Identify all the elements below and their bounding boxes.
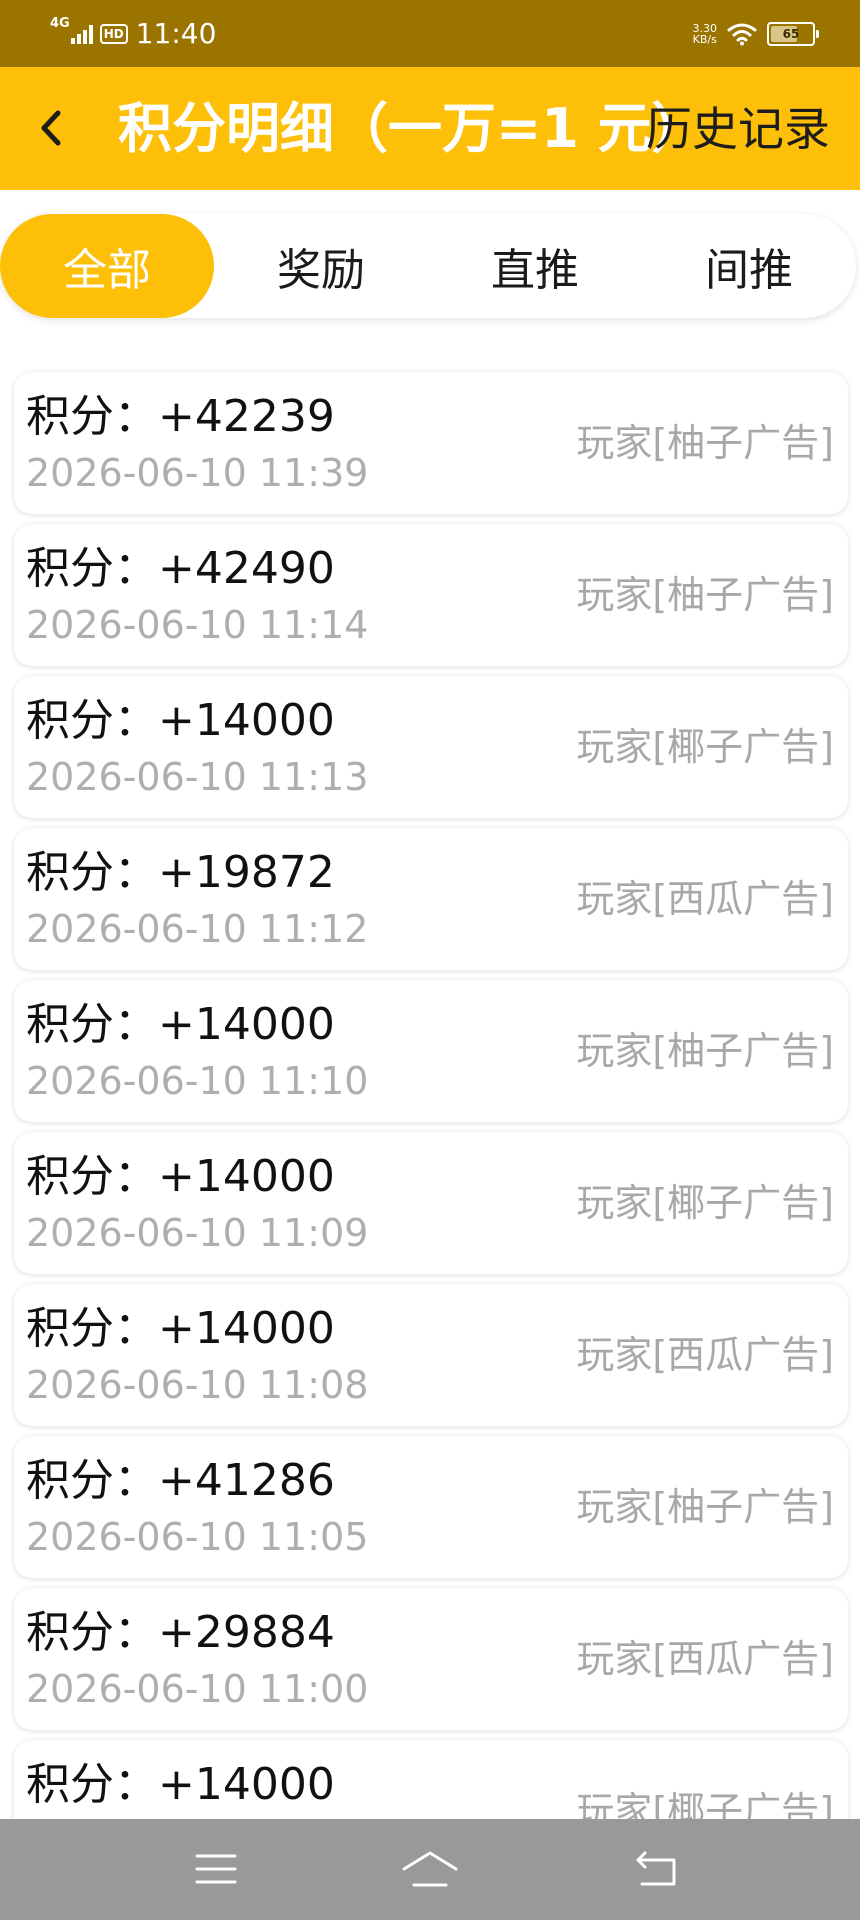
tab-direct[interactable]: 直推 [428,214,642,318]
record-time: 2026-06-10 11:13 [26,755,369,799]
hd-badge: HD [99,24,128,44]
return-icon [636,1851,676,1886]
record-source: 玩家[柚子广告] [576,1485,834,1529]
return-button[interactable] [622,1839,692,1899]
list-item[interactable]: 积分：+29884 2026-06-10 11:00 玩家[西瓜广告] [14,1588,848,1730]
record-time: 2026-06-10 11:05 [26,1515,369,1559]
status-bar: 4G HD 11:40 3.30 KB/s 65 [0,0,860,67]
battery-icon: 65 [767,22,819,46]
system-nav-bar [0,1819,860,1920]
record-time: 2026-06-10 11:09 [26,1211,369,1255]
record-source: 玩家[柚子广告] [576,1029,834,1073]
network-type: 4G [50,16,70,31]
list-item[interactable]: 积分：+14000 2026-06-10 11:13 玩家[椰子广告] [14,676,848,818]
record-source: 玩家[柚子广告] [576,421,834,465]
page-title: 积分明细（一万=1 元） [118,97,706,160]
header: 积分明细（一万=1 元） 历史记录 [0,67,860,190]
network-speed: 3.30 KB/s [693,23,718,45]
list-item[interactable]: 积分：+42239 2026-06-10 11:39 玩家[柚子广告] [14,372,848,514]
speed-unit: KB/s [692,33,717,46]
record-points: 积分：+19872 [26,847,335,898]
record-points: 积分：+14000 [26,1151,335,1202]
record-source: 玩家[西瓜广告] [576,1637,834,1681]
record-points: 积分：+42239 [26,391,335,442]
signal-icon [70,24,95,44]
list-item[interactable]: 积分：+41286 2026-06-10 11:05 玩家[柚子广告] [14,1436,848,1578]
record-points: 积分：+42490 [26,543,335,594]
record-time: 2026-06-10 11:12 [26,907,369,951]
list-item[interactable]: 积分：+14000 2026-06-10 11:10 玩家[柚子广告] [14,980,848,1122]
history-button[interactable]: 历史记录 [646,97,830,161]
record-points: 积分：+14000 [26,999,335,1050]
list-item[interactable]: 积分：+14000 2026-06-10 11:08 玩家[西瓜广告] [14,1284,848,1426]
battery-tip [816,30,819,38]
record-time: 2026-06-10 11:39 [26,451,369,495]
record-points: 积分：+14000 [26,695,335,746]
record-source: 玩家[椰子广告] [576,1181,834,1225]
record-points: 积分：+29884 [26,1607,335,1658]
status-right: 3.30 KB/s 65 [693,16,819,52]
filter-tabs: 全部 奖励 直推 间推 [0,214,856,318]
menu-button[interactable] [181,1839,251,1899]
tab-reward[interactable]: 奖励 [214,214,428,318]
wifi-icon [727,23,757,46]
record-source: 玩家[椰子广告] [576,725,834,769]
list-item[interactable]: 积分：+19872 2026-06-10 11:12 玩家[西瓜广告] [14,828,848,970]
list-item[interactable]: 积分：+42490 2026-06-10 11:14 玩家[柚子广告] [14,524,848,666]
record-time: 2026-06-10 11:00 [26,1667,369,1711]
menu-icon [195,1854,237,1884]
record-points: 积分：+14000 [26,1303,335,1354]
record-time: 2026-06-10 11:10 [26,1059,369,1103]
record-time: 2026-06-10 11:08 [26,1363,369,1407]
record-source: 玩家[西瓜广告] [576,1333,834,1377]
list-item[interactable]: 积分：+14000 2026-06-10 11:09 玩家[椰子广告] [14,1132,848,1274]
status-left: 4G HD 11:40 [50,14,216,54]
record-source: 玩家[西瓜广告] [576,877,834,921]
back-button[interactable] [24,97,78,159]
record-source: 玩家[柚子广告] [576,573,834,617]
battery-level: 65 [782,27,800,41]
tab-all[interactable]: 全部 [0,214,214,318]
status-time: 11:40 [135,17,217,50]
home-button[interactable] [395,1839,465,1899]
record-points: 积分：+41286 [26,1455,335,1506]
tab-indirect[interactable]: 间推 [642,214,856,318]
record-points: 积分：+14000 [26,1759,335,1810]
record-time: 2026-06-10 11:14 [26,603,369,647]
points-list: 积分：+42239 2026-06-10 11:39 玩家[柚子广告] 积分：+… [14,372,848,1892]
home-icon [402,1851,458,1887]
chevron-left-icon [41,110,61,146]
